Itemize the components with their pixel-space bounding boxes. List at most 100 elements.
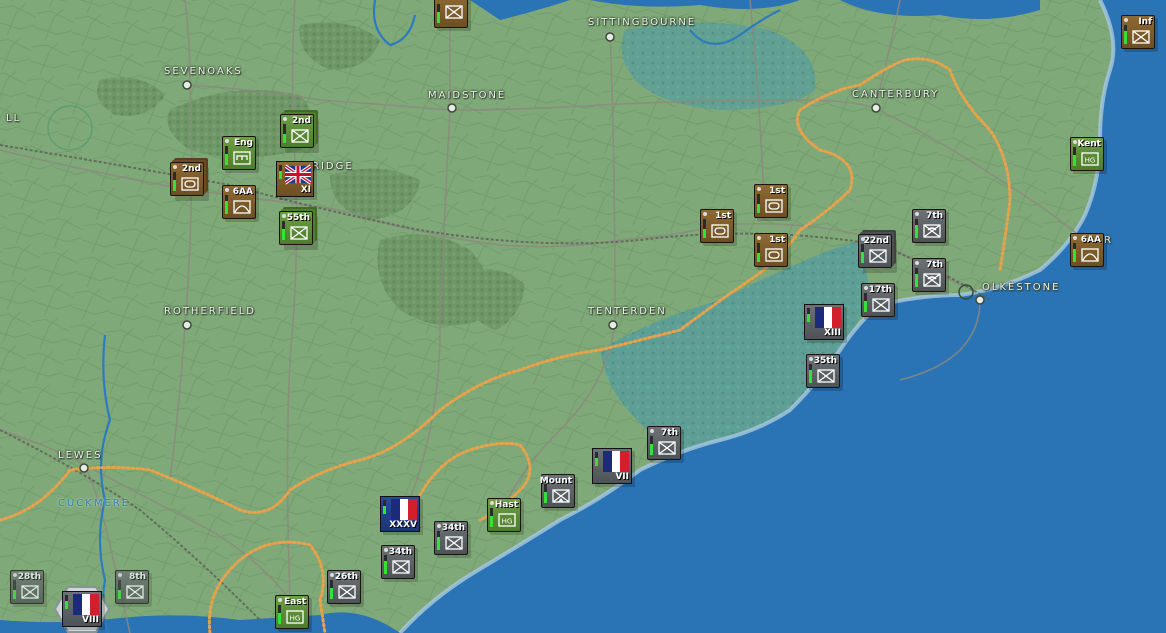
unit-label: 2nd	[181, 164, 201, 174]
unit-label: 2nd	[291, 116, 311, 126]
unit-counter-34th-b[interactable]: 34th	[381, 545, 415, 579]
strength-bar	[282, 221, 285, 240]
strength-bar	[595, 452, 598, 466]
unit-counter-offscreen-top[interactable]	[434, 0, 468, 28]
city-label-rotherfield[interactable]: ROTHERFIELD	[164, 306, 256, 317]
infantry-icon	[658, 441, 676, 455]
hq-counter-xi[interactable]: XI	[276, 161, 314, 197]
unit-counter-17th[interactable]: 17th	[861, 283, 895, 317]
strength-bar	[118, 580, 121, 599]
unit-label: 7th	[661, 428, 678, 438]
unit-counter-2nd-brown[interactable]: 2nd	[170, 162, 204, 196]
unit-counter-6aa-west[interactable]: 6AA	[222, 185, 256, 219]
unit-counter-1st-a[interactable]: 1st	[754, 184, 788, 218]
city-label-tenterden[interactable]: TENTERDEN	[588, 306, 667, 317]
infantry-icon	[392, 560, 410, 574]
tricolour-flag-icon	[391, 499, 417, 520]
unit-counter-35th[interactable]: 35th	[806, 354, 840, 388]
city-label-dover-fragment[interactable]: R	[1104, 235, 1113, 246]
unit-dot	[278, 598, 282, 602]
unit-counter-55th[interactable]: 55th	[279, 211, 313, 245]
unit-dot	[225, 188, 229, 192]
strength-bar	[330, 580, 333, 599]
unit-label: 1st	[769, 235, 785, 245]
unit-counter-7th-c[interactable]: 7th	[647, 426, 681, 460]
infantry-icon	[21, 585, 39, 599]
unit-dot	[283, 117, 287, 121]
unit-dot	[915, 261, 919, 265]
unit-counter-inf[interactable]: Inf	[1121, 15, 1155, 49]
unit-counter-7th-a[interactable]: 7th	[912, 209, 946, 243]
unit-dot	[1073, 236, 1077, 240]
unit-label: 55th	[286, 213, 310, 223]
unit-counter-1st-b[interactable]: 1st	[700, 209, 734, 243]
unit-label: East	[284, 597, 306, 607]
unit-label: 26th	[334, 572, 358, 582]
unit-counter-eng[interactable]: Eng	[222, 136, 256, 170]
unit-label: 35th	[813, 356, 837, 366]
strength-bar	[283, 124, 286, 143]
unit-label: 34th	[441, 523, 465, 533]
infantry-icon	[445, 5, 463, 19]
strength-bar	[490, 508, 493, 527]
city-label-cuckmere[interactable]: CUCKMERE	[58, 498, 130, 509]
tricolour-flag-icon	[73, 594, 99, 615]
infantry-icon	[872, 298, 890, 312]
strength-bar	[807, 308, 810, 322]
unit-counter-east[interactable]: East HG	[275, 595, 309, 629]
unit-dot	[225, 139, 229, 143]
unit-counter-2nd-green[interactable]: 2nd	[280, 114, 314, 148]
hq-counter-xxxv[interactable]: XXXV	[380, 496, 420, 532]
unit-dot	[864, 286, 868, 290]
city-label-folkestone[interactable]: OLKESTONE	[982, 282, 1060, 293]
hq-name: XI	[300, 185, 311, 195]
unit-counter-34th-a[interactable]: 34th	[434, 521, 468, 555]
hq-counter-viii[interactable]: VIII	[62, 591, 102, 627]
infantry-icon	[1132, 30, 1150, 44]
strength-bar	[703, 219, 706, 238]
unit-counter-26th[interactable]: 26th	[327, 570, 361, 604]
unit-label: 8th	[129, 572, 146, 582]
infantry-icon	[290, 226, 308, 240]
union-jack-flag-icon	[285, 164, 311, 185]
strength-bar	[757, 243, 760, 262]
unit-counter-7th-b[interactable]: 7th	[912, 258, 946, 292]
city-label-sittingbourne[interactable]: SITTINGBOURNE	[588, 17, 696, 28]
unit-dot	[703, 212, 707, 216]
unit-counter-kent[interactable]: Kent HG	[1070, 137, 1104, 171]
unit-counter-6aa-east[interactable]: 6AA	[1070, 233, 1104, 267]
unit-dot	[650, 429, 654, 433]
unit-counter-1st-c[interactable]: 1st	[754, 233, 788, 267]
armor-icon	[711, 224, 729, 238]
city-label-tonbridge[interactable]: RIDGE	[312, 161, 354, 172]
unit-counter-8th[interactable]: 8th	[115, 570, 149, 604]
hq-counter-vii[interactable]: VII	[592, 448, 632, 484]
unit-dot	[1124, 18, 1128, 22]
svg-text:HG: HG	[290, 615, 301, 623]
svg-text:HG: HG	[502, 518, 513, 526]
infantry-icon	[869, 249, 887, 263]
unit-dot	[173, 165, 177, 169]
unit-label: 7th	[926, 260, 943, 270]
unit-label: Hast	[494, 500, 518, 510]
unit-label: 28th	[17, 572, 41, 582]
unit-dot	[915, 212, 919, 216]
unit-label: 6AA	[1080, 235, 1101, 245]
unit-dot	[809, 357, 813, 361]
strength-bar	[809, 364, 812, 383]
unit-counter-22nd[interactable]: 22nd	[858, 234, 892, 268]
city-label-left-edge[interactable]: LL	[6, 113, 21, 124]
city-label-canterbury[interactable]: CANTERBURY	[852, 89, 939, 100]
city-label-sevenoaks[interactable]: SEVENOAKS	[164, 66, 243, 77]
unit-counter-mount[interactable]: Mount	[540, 474, 575, 508]
city-label-maidstone[interactable]: MAIDSTONE	[428, 90, 506, 101]
hq-name: VII	[615, 472, 629, 482]
strength-bar	[1073, 147, 1076, 166]
unit-counter-28th[interactable]: 28th	[10, 570, 44, 604]
unit-counter-hast[interactable]: Hast HG	[487, 498, 521, 532]
strength-bar	[437, 4, 440, 23]
city-label-lewes[interactable]: LEWES	[58, 450, 102, 461]
hq-counter-xiii[interactable]: XIII	[804, 304, 844, 340]
unit-label: 1st	[769, 186, 785, 196]
strength-bar	[225, 195, 228, 214]
